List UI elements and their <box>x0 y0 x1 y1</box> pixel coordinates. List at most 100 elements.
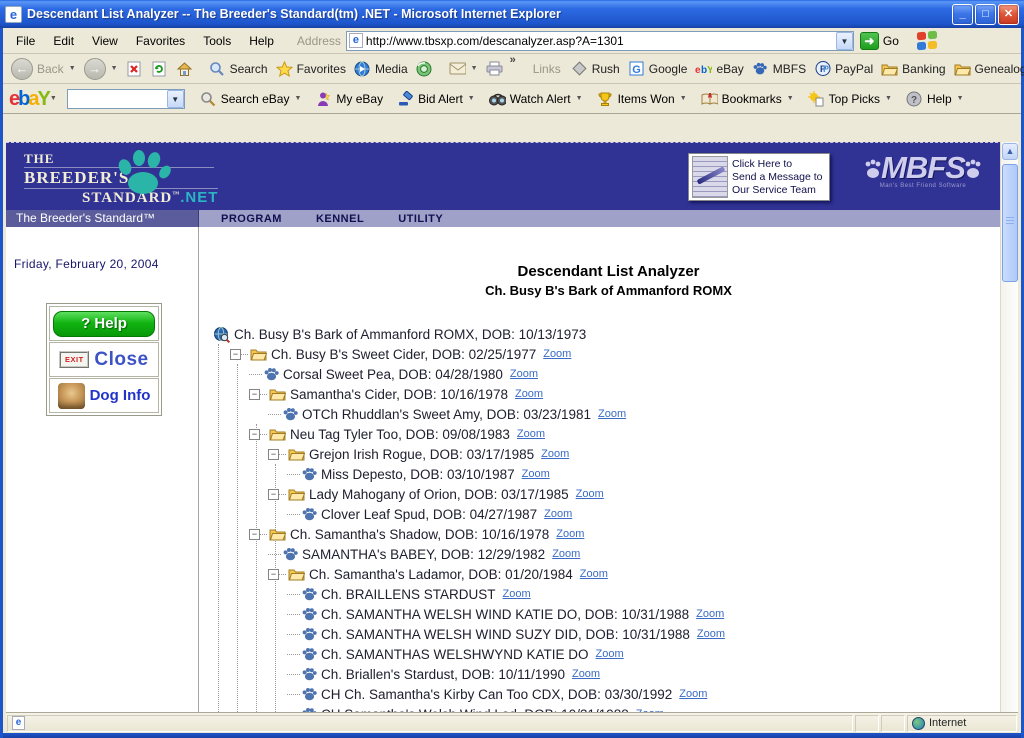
dropdown-caret-icon[interactable]: ▼ <box>294 95 301 102</box>
link-rush[interactable]: Rush <box>567 58 624 79</box>
tree-row: Clover Leaf Spud, DOB: 04/27/1987Zoom <box>205 504 1018 524</box>
bookmarks-icon <box>701 90 718 107</box>
refresh-button[interactable] <box>147 58 172 79</box>
mail-button[interactable]: ▼ <box>445 58 482 79</box>
menu-help[interactable]: Help <box>240 30 283 52</box>
page-icon: e <box>349 33 363 48</box>
menu-tools[interactable]: Tools <box>194 30 240 52</box>
menu-edit[interactable]: Edit <box>44 30 83 52</box>
back-caret-icon[interactable]: ▼ <box>69 65 76 72</box>
nav-link-kennel[interactable]: KENNEL <box>316 213 364 225</box>
zoom-link[interactable]: Zoom <box>517 428 545 440</box>
close-button[interactable]: ✕ <box>998 4 1019 25</box>
back-button[interactable]: ← Back ▼ <box>7 56 80 82</box>
history-button[interactable] <box>412 58 437 79</box>
minimize-button[interactable]: _ <box>952 4 973 25</box>
nav-link-utility[interactable]: UTILITY <box>398 213 443 225</box>
dropdown-caret-icon[interactable]: ▼ <box>787 95 794 102</box>
tree-row: Ch. SAMANTHA WELSH WIND SUZY DID, DOB: 1… <box>205 624 1018 644</box>
ebay-search-ebay-button[interactable]: Search eBay▼ <box>193 90 309 107</box>
zoom-link[interactable]: Zoom <box>697 628 725 640</box>
collapse-toggle-icon[interactable]: − <box>230 349 241 360</box>
close-page-button[interactable]: Close <box>94 349 148 371</box>
ebay-watch-alert-button[interactable]: Watch Alert▼ <box>482 90 590 107</box>
mail-caret-icon[interactable]: ▼ <box>471 65 478 72</box>
dropdown-caret-icon[interactable]: ▼ <box>885 95 892 102</box>
collapse-toggle-icon[interactable]: − <box>249 389 260 400</box>
forward-caret-icon[interactable]: ▼ <box>111 65 118 72</box>
ebay-logo[interactable]: ebaY <box>9 89 49 109</box>
search-button[interactable]: Search <box>205 58 272 79</box>
zoom-link[interactable]: Zoom <box>541 448 569 460</box>
ebay-logo-caret-icon[interactable]: ▼ <box>50 95 57 102</box>
ebay-bid-alert-button[interactable]: Bid Alert▼ <box>390 90 482 107</box>
collapse-toggle-icon[interactable]: − <box>268 449 279 460</box>
maximize-button[interactable]: □ <box>975 4 996 25</box>
zoom-link[interactable]: Zoom <box>543 348 571 360</box>
ebay-bookmarks-button[interactable]: Bookmarks▼ <box>694 90 801 107</box>
scrollbar-thumb[interactable] <box>1002 164 1018 282</box>
service-message-button[interactable]: Click Here to Send a Message to Our Serv… <box>688 153 830 201</box>
page-scrollbar[interactable]: ▲ ▼ <box>1000 142 1018 738</box>
menu-file[interactable]: File <box>7 30 44 52</box>
zoom-link[interactable]: Zoom <box>572 668 600 680</box>
nav-tab-breeders-standard[interactable]: The Breeder's Standard™ <box>6 210 199 227</box>
zoom-link[interactable]: Zoom <box>556 528 584 540</box>
dropdown-caret-icon[interactable]: ▼ <box>576 95 583 102</box>
ebay-search-input[interactable]: ▼ <box>67 89 185 109</box>
zoom-link[interactable]: Zoom <box>544 508 572 520</box>
media-button[interactable]: Media <box>350 58 412 79</box>
menu-view[interactable]: View <box>83 30 127 52</box>
nav-link-program[interactable]: PROGRAM <box>221 213 282 225</box>
zoom-link[interactable]: Zoom <box>596 648 624 660</box>
dog-info-button[interactable]: Dog Info <box>90 387 151 404</box>
menu-favorites[interactable]: Favorites <box>127 30 194 52</box>
stop-button[interactable] <box>122 58 147 79</box>
zoom-link[interactable]: Zoom <box>576 488 604 500</box>
link-banking[interactable]: Banking <box>877 58 949 79</box>
zoom-link[interactable]: Zoom <box>515 388 543 400</box>
ebay-my-ebay-button[interactable]: My eBay <box>308 90 390 107</box>
print-button[interactable] <box>482 58 507 79</box>
link-mbfs[interactable]: MBFS <box>748 58 810 79</box>
link-paypal[interactable]: PPPayPal <box>810 58 877 79</box>
zoom-link[interactable]: Zoom <box>679 688 707 700</box>
ebay-help-button[interactable]: ?Help▼ <box>899 90 971 107</box>
link-ebay[interactable]: ebYeBay <box>691 58 747 79</box>
link-google[interactable]: GGoogle <box>624 58 692 79</box>
media-label: Media <box>375 62 408 76</box>
page-title: Descendant List Analyzer <box>199 263 1018 280</box>
address-dropdown-icon[interactable]: ▼ <box>836 32 853 50</box>
zoom-link[interactable]: Zoom <box>552 548 580 560</box>
zoom-link[interactable]: Zoom <box>503 588 531 600</box>
collapse-toggle-icon[interactable]: − <box>268 489 279 500</box>
dropdown-caret-icon[interactable]: ▼ <box>957 95 964 102</box>
link-genealogy[interactable]: Genealogy <box>950 58 1024 79</box>
ebay-top-picks-button[interactable]: Top Picks▼ <box>801 90 899 107</box>
help-button[interactable]: ? Help <box>53 311 155 337</box>
ebay-items-won-button[interactable]: Items Won▼ <box>590 90 694 107</box>
dropdown-caret-icon[interactable]: ▼ <box>680 95 687 102</box>
collapse-toggle-icon[interactable]: − <box>268 569 279 580</box>
tree-row: −Samantha's Cider, DOB: 10/16/1978Zoom <box>205 384 1018 404</box>
zoom-link[interactable]: Zoom <box>522 468 550 480</box>
dropdown-caret-icon[interactable]: ▼ <box>468 95 475 102</box>
my-ebay-icon <box>315 90 332 107</box>
zoom-link[interactable]: Zoom <box>510 368 538 380</box>
address-value[interactable]: http://www.tbsxp.com/descanalyzer.asp?A=… <box>366 34 836 48</box>
home-button[interactable] <box>172 58 197 79</box>
collapse-toggle-icon[interactable]: − <box>249 429 260 440</box>
zoom-link[interactable]: Zoom <box>696 608 724 620</box>
toolbar-overflow-icon[interactable]: » <box>510 54 516 66</box>
zoom-link[interactable]: Zoom <box>580 568 608 580</box>
collapse-toggle-icon[interactable]: − <box>249 529 260 540</box>
dog-label: Corsal Sweet Pea, DOB: 04/28/1980 <box>283 367 503 382</box>
zoom-link[interactable]: Zoom <box>598 408 626 420</box>
ebay-search-dropdown-icon[interactable]: ▼ <box>167 90 184 108</box>
mbfs-subtitle: Man's Best Friend Software <box>858 183 988 189</box>
favorites-button[interactable]: Favorites <box>272 58 350 79</box>
forward-button[interactable]: → ▼ <box>80 56 122 82</box>
address-bar[interactable]: e http://www.tbsxp.com/descanalyzer.asp?… <box>346 31 854 51</box>
go-button[interactable]: ➜ Go <box>860 32 899 50</box>
scroll-up-icon[interactable]: ▲ <box>1002 143 1018 160</box>
